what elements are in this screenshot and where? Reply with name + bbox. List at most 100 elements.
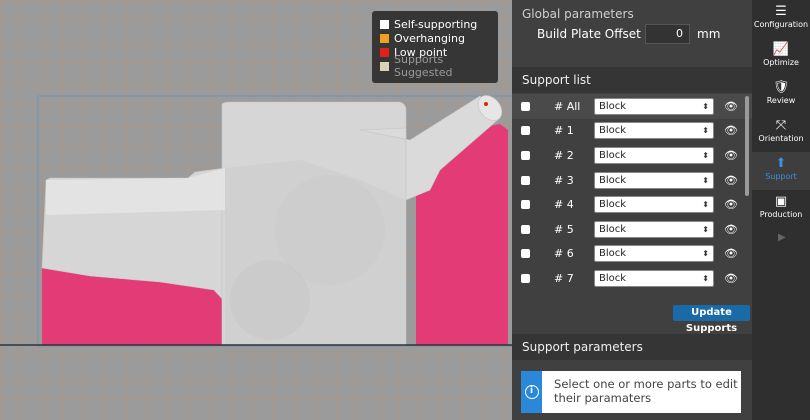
support-row-all: # All Block ⬍ 👁 xyxy=(512,94,752,119)
support-type-select[interactable]: Block ⬍ xyxy=(594,122,714,140)
legend-label: Supports Suggested xyxy=(394,53,453,79)
support-type-value: Block xyxy=(599,248,627,260)
support-type-select[interactable]: Block ⬍ xyxy=(594,269,714,287)
support-type-value: Block xyxy=(599,199,627,211)
row-checkbox[interactable] xyxy=(521,249,530,259)
support-type-value: Block xyxy=(599,149,627,161)
support-type-value: Block xyxy=(599,223,627,235)
nav-review[interactable]: 🛡 Review xyxy=(752,76,810,114)
select-arrow-icon: ⬍ xyxy=(702,150,709,160)
row-checkbox[interactable] xyxy=(521,224,530,234)
support-panel: Global parameters Build Plate Offset 0 m… xyxy=(512,0,752,420)
nav-production[interactable]: ▣ Production xyxy=(752,190,810,228)
nav-optimize[interactable]: 📈 Optimize xyxy=(752,38,810,76)
support-type-value: Block xyxy=(599,125,627,137)
select-arrow-icon: ⬍ xyxy=(702,126,709,136)
offset-unit: mm xyxy=(697,27,721,41)
visibility-eye-icon[interactable]: 👁 xyxy=(724,100,738,113)
orientation-icon: ⤧ xyxy=(775,118,787,133)
nav-label: Review xyxy=(766,96,796,105)
support-parameters-title: Support parameters xyxy=(512,334,752,360)
support-row: # 3 Block ⬍ 👁 xyxy=(512,168,752,193)
chevron-right-icon[interactable]: ▶ xyxy=(778,232,786,243)
select-arrow-icon: ⬍ xyxy=(702,175,709,185)
sliders-icon: ☰ xyxy=(775,4,787,19)
build-plate-offset-input[interactable]: 0 xyxy=(645,24,690,44)
visibility-eye-icon[interactable]: 👁 xyxy=(724,124,738,137)
nav-configuration[interactable]: ☰ Configuration xyxy=(752,0,810,38)
visibility-eye-icon[interactable]: 👁 xyxy=(724,198,738,211)
support-type-select[interactable]: Block ⬍ xyxy=(594,171,714,189)
nav-label: Configuration xyxy=(753,20,809,29)
support-row: # 1 Block ⬍ 👁 xyxy=(512,119,752,144)
select-arrow-icon: ⬍ xyxy=(702,273,709,283)
support-row-label: # 4 xyxy=(554,198,574,212)
select-arrow-icon: ⬍ xyxy=(702,200,709,210)
support-row-label: # 6 xyxy=(554,247,574,261)
support-type-value: Block xyxy=(599,272,627,284)
support-icon: ⬆ xyxy=(775,156,787,171)
legend-item: Overhanging xyxy=(380,31,498,45)
legend-label: Self-supporting xyxy=(394,17,478,31)
visibility-eye-icon[interactable]: 👁 xyxy=(724,223,738,236)
row-checkbox[interactable] xyxy=(521,273,530,283)
support-type-select[interactable]: Block ⬍ xyxy=(594,196,714,214)
support-type-select[interactable]: Block ⬍ xyxy=(594,97,714,115)
support-list: # All Block ⬍ 👁 # 1 Block ⬍ 👁 # 2 Block ⬍ 👁… xyxy=(512,94,752,292)
support-type-value: Block xyxy=(599,174,627,186)
legend-item: Self-supporting xyxy=(380,17,498,31)
select-arrow-icon: ⬍ xyxy=(702,249,709,259)
support-type-select[interactable]: Block ⬍ xyxy=(594,146,714,164)
legend-swatch xyxy=(380,47,389,57)
support-row-label: # All xyxy=(554,99,581,113)
support-row: # 6 Block ⬍ 👁 xyxy=(512,242,752,267)
build-plate-offset-label: Build Plate Offset xyxy=(537,27,641,41)
workflow-nav: ☰ Configuration 📈 Optimize 🛡 Review ⤧ Or… xyxy=(752,0,810,420)
support-row: # 7 Block ⬍ 👁 xyxy=(512,266,752,291)
printer-icon: ▣ xyxy=(774,194,788,209)
support-row-label: # 2 xyxy=(554,148,574,162)
info-text: Select one or more parts to edit their p… xyxy=(554,377,738,405)
support-type-value: Block xyxy=(599,100,627,112)
support-list-title: Support list xyxy=(512,67,752,93)
support-type-select[interactable]: Block ⬍ xyxy=(594,245,714,263)
info-message: i Select one or more parts to edit their… xyxy=(521,371,741,413)
info-icon: i xyxy=(524,385,539,399)
nav-label: Optimize xyxy=(763,58,799,67)
support-row: # 5 Block ⬍ 👁 xyxy=(512,217,752,242)
nav-label: Production xyxy=(759,210,803,219)
support-list-scrollbar[interactable] xyxy=(745,96,749,196)
visibility-eye-icon[interactable]: 👁 xyxy=(724,272,738,285)
build-plate-offset-row: Build Plate Offset 0 mm xyxy=(537,24,720,44)
legend-swatch xyxy=(380,19,389,29)
visibility-eye-icon[interactable]: 👁 xyxy=(724,149,738,162)
legend-label: Overhanging xyxy=(394,31,465,45)
row-checkbox[interactable] xyxy=(521,150,530,160)
row-checkbox[interactable] xyxy=(521,175,530,185)
visibility-eye-icon[interactable]: 👁 xyxy=(724,174,738,187)
nav-orientation[interactable]: ⤧ Orientation xyxy=(752,114,810,152)
select-all-checkbox[interactable] xyxy=(521,101,530,111)
review-icon: 🛡 xyxy=(772,80,790,95)
legend-item: Supports Suggested xyxy=(380,53,498,79)
row-checkbox[interactable] xyxy=(521,126,530,136)
support-row-label: # 1 xyxy=(554,124,574,138)
nav-label: Orientation xyxy=(758,134,804,143)
chart-icon: 📈 xyxy=(772,42,790,57)
support-type-select[interactable]: Block ⬍ xyxy=(594,220,714,238)
select-arrow-icon: ⬍ xyxy=(702,224,709,234)
support-row-label: # 5 xyxy=(554,222,574,236)
legend-swatch xyxy=(380,61,389,71)
update-supports-button[interactable]: Update Supports xyxy=(673,305,750,334)
support-row-label: # 3 xyxy=(554,173,574,187)
support-row-label: # 7 xyxy=(554,271,574,285)
support-row: # 4 Block ⬍ 👁 xyxy=(512,192,752,217)
nav-support[interactable]: ⬆ Support xyxy=(752,152,810,190)
color-legend: Self-supporting Overhanging Low point Su… xyxy=(372,11,498,83)
3d-viewport[interactable]: Self-supporting Overhanging Low point Su… xyxy=(0,0,512,420)
row-checkbox[interactable] xyxy=(521,200,530,210)
nav-label: Support xyxy=(765,172,797,181)
support-row: # 2 Block ⬍ 👁 xyxy=(512,143,752,168)
visibility-eye-icon[interactable]: 👁 xyxy=(724,247,738,260)
legend-swatch xyxy=(380,33,389,43)
